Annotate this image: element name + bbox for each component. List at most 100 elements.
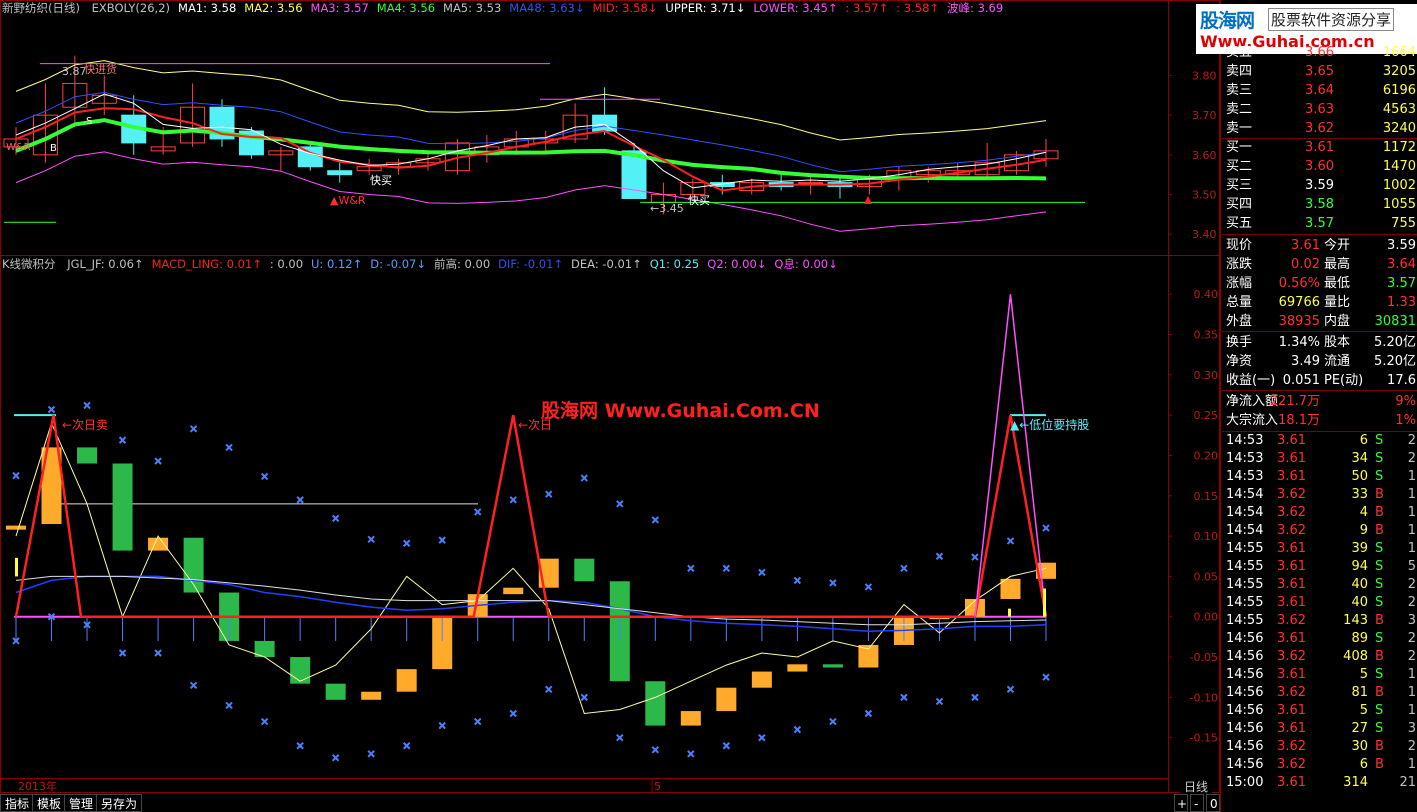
d-marker bbox=[154, 649, 162, 657]
tick-time: 14:56 bbox=[1226, 685, 1264, 700]
header-top-item-8: UPPER: 3.71↓ bbox=[665, 1, 746, 15]
d-marker bbox=[687, 750, 695, 758]
u-marker bbox=[509, 496, 517, 504]
stat-label: 换手 bbox=[1226, 335, 1253, 350]
order-book-row: 卖一 3.62 3240 bbox=[1222, 119, 1417, 138]
top-axis-tick-label: 3.50 bbox=[1192, 189, 1217, 202]
order-volume: 3205 bbox=[1382, 64, 1416, 79]
tick-volume: 39 bbox=[1351, 541, 1368, 556]
stats-divider bbox=[1222, 390, 1417, 391]
d-marker bbox=[189, 681, 198, 689]
candle-body bbox=[592, 114, 618, 132]
tick-side: B bbox=[1375, 685, 1384, 700]
tick-row: 14:56 3.61 89 S 2 bbox=[1222, 630, 1417, 648]
u-marker bbox=[829, 579, 837, 587]
order-volume: 1172 bbox=[1382, 140, 1416, 155]
zoom-minus-button[interactable]: - bbox=[1190, 794, 1204, 812]
sub-indicator-title: K线微积分 bbox=[2, 257, 56, 271]
order-book-row: 买三 3.59 1002 bbox=[1222, 176, 1417, 195]
u-marker bbox=[580, 474, 588, 482]
histogram-bar bbox=[325, 683, 346, 700]
tick-row: 14:55 3.61 40 S 2 bbox=[1222, 594, 1417, 612]
u-marker bbox=[260, 472, 269, 481]
tick-price: 3.61 bbox=[1277, 631, 1306, 646]
order-price: 3.65 bbox=[1305, 64, 1334, 79]
tick-side: S bbox=[1375, 721, 1384, 736]
candle-body bbox=[297, 146, 323, 168]
zoom-reset-button[interactable]: 0 bbox=[1206, 794, 1220, 812]
tick-time: 14:56 bbox=[1226, 667, 1264, 682]
tick-volume: 34 bbox=[1351, 451, 1368, 466]
tick-time: 14:55 bbox=[1226, 541, 1264, 556]
watermark-text: 股海网 Www.Guhai.Com.CN bbox=[541, 400, 820, 422]
tick-price: 3.61 bbox=[1277, 721, 1306, 736]
histogram-bar bbox=[787, 664, 808, 672]
tick-time: 14:54 bbox=[1226, 505, 1264, 520]
order-book-row: 买二 3.60 1470 bbox=[1222, 157, 1417, 176]
zoom-plus-button[interactable]: + bbox=[1174, 794, 1188, 812]
tick-price: 3.62 bbox=[1277, 505, 1306, 520]
tick-row: 14:54 3.62 9 B 1 bbox=[1222, 522, 1417, 540]
tick-volume: 4 bbox=[1359, 505, 1368, 520]
order-price: 3.58 bbox=[1305, 197, 1334, 212]
tab-manage[interactable]: 管理 bbox=[64, 794, 99, 812]
quick-buy-label-2: 快买 bbox=[688, 194, 710, 207]
order-label: 买二 bbox=[1226, 159, 1253, 174]
order-label: 卖二 bbox=[1226, 102, 1253, 117]
stat-label-2: 今开 bbox=[1324, 238, 1351, 253]
tab-save-as[interactable]: 另存为 bbox=[96, 794, 143, 812]
u-marker bbox=[651, 516, 660, 524]
tick-time: 14:55 bbox=[1226, 559, 1264, 574]
tick-volume: 27 bbox=[1351, 721, 1368, 736]
order-label: 买三 bbox=[1226, 178, 1253, 193]
tick-row: 14:56 3.62 30 B 2 bbox=[1222, 738, 1417, 756]
up-arrow-icon bbox=[864, 196, 872, 204]
header-bottom-item-6: DIF: -0.01↑ bbox=[498, 257, 564, 271]
tick-time: 14:54 bbox=[1226, 523, 1264, 538]
main-indicator-header: 新野纺织(日线) EXBOLY(26,2) MA1: 3.58 MA2: 3.56 M… bbox=[2, 1, 1011, 15]
histogram-bar bbox=[716, 687, 737, 712]
tick-row: 14:55 3.61 40 S 2 bbox=[1222, 576, 1417, 594]
tick-time: 14:56 bbox=[1226, 721, 1264, 736]
stat-label-2: PE(动) bbox=[1324, 373, 1364, 388]
header-top-item-3: MA3: 3.57 bbox=[310, 1, 369, 15]
tab-template[interactable]: 模板 bbox=[32, 794, 67, 812]
header-top-item-1: MA1: 3.58 bbox=[178, 1, 237, 15]
top-axis-tick-label: 3.70 bbox=[1192, 109, 1217, 122]
tick-side: S bbox=[1375, 667, 1384, 682]
tick-row: 14:53 3.61 34 S 2 bbox=[1222, 450, 1417, 468]
header-bottom-item-0: JGL_JF: 0.06↑ bbox=[67, 257, 144, 271]
tick-time: 14:56 bbox=[1226, 649, 1264, 664]
tick-side: B bbox=[1375, 505, 1384, 520]
stat-value: 3.61 bbox=[1291, 238, 1320, 253]
d-marker bbox=[1006, 685, 1015, 694]
u-marker bbox=[545, 490, 553, 498]
tab-indicator[interactable]: 指标 bbox=[0, 794, 35, 812]
stats-row: 净资 3.49 流通 5.20亿 bbox=[1222, 352, 1417, 371]
bottom-axis-tick-label: 0.10 bbox=[1194, 530, 1219, 543]
header-top-item-7: MID: 3.58↓ bbox=[592, 1, 658, 15]
d-marker bbox=[118, 649, 127, 657]
tick-time: 14:56 bbox=[1226, 739, 1264, 754]
tick-volume: 408 bbox=[1343, 649, 1368, 664]
tick-count: 1 bbox=[1407, 541, 1416, 556]
logo-subtitle: 股票软件资源分享 bbox=[1268, 8, 1395, 31]
order-volume: 4563 bbox=[1382, 102, 1416, 117]
yellow-marker-2 bbox=[1008, 608, 1011, 617]
tick-count: 2 bbox=[1407, 577, 1416, 592]
stat-value-2: 17.6 bbox=[1387, 373, 1416, 388]
order-price: 3.66 bbox=[1305, 45, 1334, 60]
u-marker bbox=[1042, 524, 1050, 532]
bottom-axis-tick-label: 0.35 bbox=[1194, 329, 1219, 342]
logo-title: 股海网 bbox=[1200, 10, 1255, 32]
u-marker bbox=[900, 564, 908, 573]
header-top-item-0: EXBOLY(26,2) bbox=[91, 1, 171, 15]
tick-row: 14:55 3.61 94 S 5 bbox=[1222, 558, 1417, 576]
stat-label: 收益(一) bbox=[1226, 373, 1276, 388]
stat-label-2: 流通 bbox=[1324, 354, 1351, 369]
histogram-bar bbox=[1000, 578, 1021, 599]
top-axis-tick-label: 3.60 bbox=[1192, 149, 1217, 162]
lower-band-line bbox=[15, 151, 1047, 232]
tick-price: 3.62 bbox=[1277, 757, 1306, 772]
tick-row: 14:55 3.62 143 B 3 bbox=[1222, 612, 1417, 630]
